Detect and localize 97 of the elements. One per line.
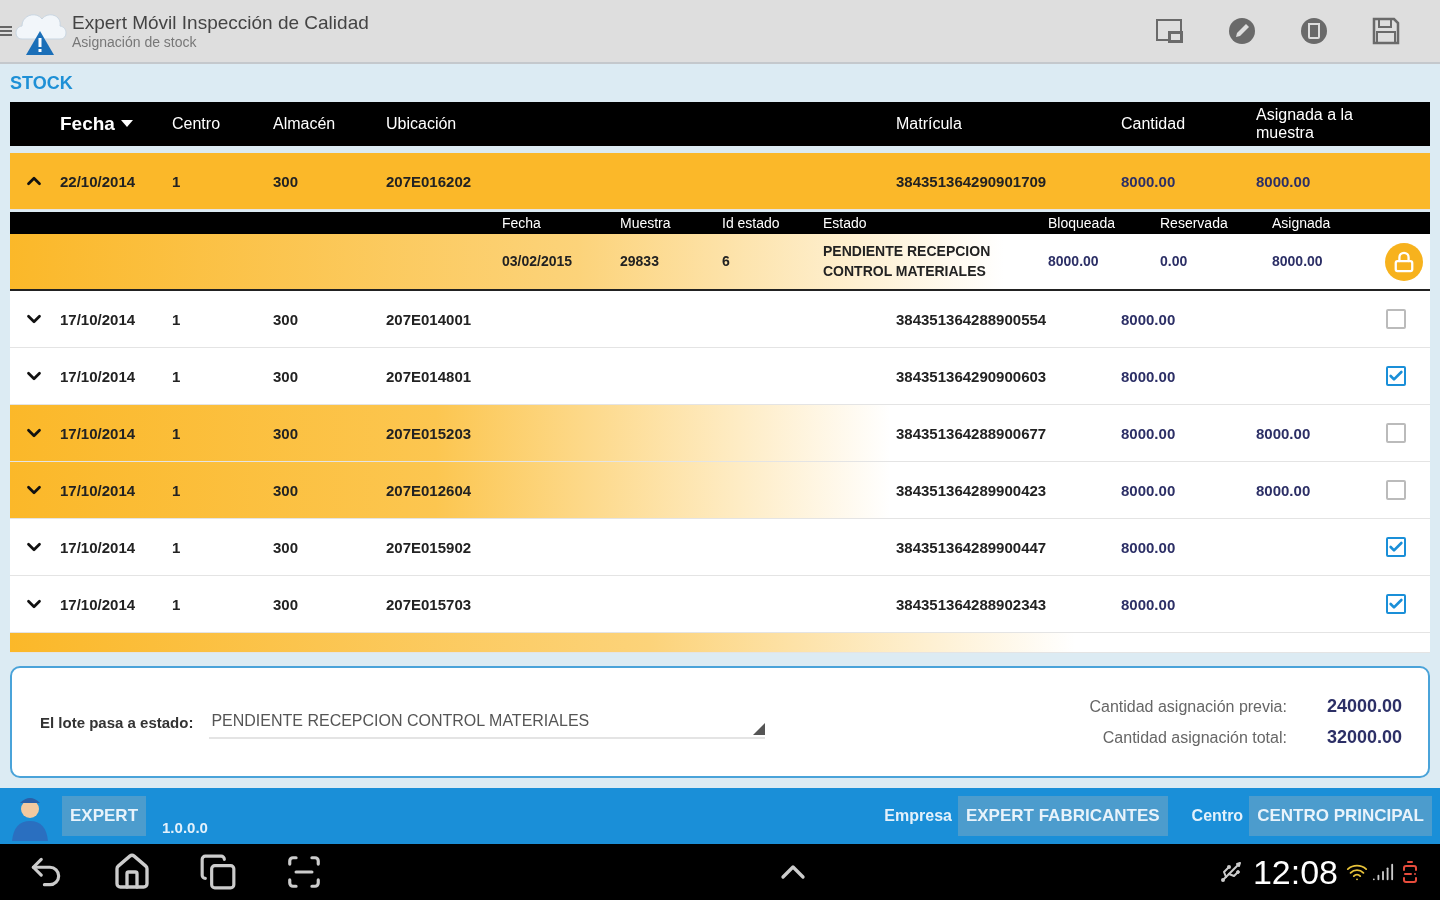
table-cell-text: 8000.00 (1256, 481, 1312, 499)
table-cell-text: 1 (172, 595, 182, 613)
total-value: 24000.00 (1326, 696, 1402, 717)
column-header[interactable]: Cantidad (1121, 115, 1256, 133)
table-cell-text: 384351364288902343 (896, 595, 1048, 613)
column-header: Bloqueada (1048, 215, 1116, 231)
table-cell-text: 03/02/2015 (502, 251, 574, 271)
column-header[interactable]: Fecha (60, 113, 172, 135)
column-header[interactable]: Centro (172, 115, 273, 133)
table-cell-text: 8000.00 (1121, 172, 1177, 190)
table-cell-text: 1 (172, 172, 182, 190)
table-cell-text: 1 (172, 538, 182, 556)
table-cell-text: PENDIENTE RECEPCION CONTROL MATERIALES (823, 241, 992, 281)
center-label: Centro (1191, 807, 1244, 825)
table-cell-text: 207E015703 (386, 595, 473, 613)
table-cell-text: 22/10/2014 (60, 172, 137, 190)
table-cell-text: 1 (172, 481, 182, 499)
column-header[interactable]: Almacén (273, 115, 386, 133)
signal-icon (1372, 861, 1394, 883)
sort-caret-icon (120, 120, 133, 128)
usb-icon (1218, 860, 1243, 884)
table-cell-text: 8000.00 (1272, 251, 1324, 271)
column-header: Id estado (722, 215, 781, 231)
table-cell-text: 0.00 (1160, 251, 1189, 271)
clock: 12:08 (1252, 852, 1338, 892)
table-cell-text: 8000.00 (1121, 595, 1177, 613)
column-header: Asignada (1272, 215, 1332, 231)
table-row[interactable]: 17/10/2014 1 300 207E015203 384351364288900677 8000.00 8000.00 (10, 405, 1430, 462)
table-cell-text: 207E016202 (386, 172, 473, 190)
field-label: El lote pasa a estado: (40, 713, 194, 731)
table-row[interactable]: 17/10/2014 1 300 207E014801 384351364290900603 8000.00 (10, 348, 1430, 405)
total-label: Cantidad asignación total: (1101, 728, 1287, 747)
table-cell-text: 1 (172, 310, 182, 328)
checkbox[interactable] (1386, 423, 1406, 443)
table-cell-text: 17/10/2014 (60, 310, 137, 328)
table-cell-text: 300 (273, 481, 300, 499)
menu-icon[interactable] (0, 24, 12, 38)
table-cell-text: 300 (273, 595, 300, 613)
table-cell-text: 207E012604 (386, 481, 473, 499)
table-cell-text: 1 (172, 367, 182, 385)
table-cell-text: 207E015203 (386, 424, 473, 442)
table-cell-text: 300 (273, 424, 300, 442)
table-cell-text: 300 (273, 538, 300, 556)
table-cell-text: 8000.00 (1121, 310, 1177, 328)
table-row[interactable]: 22/10/2014 1 300 207E016202 384351364290901709 8000.00 8000.00 (10, 153, 1430, 210)
table-cell-text: 29833 (620, 251, 660, 271)
table-row[interactable]: 17/10/2014 1 300 207E015902 384351364289900447 8000.00 (10, 519, 1430, 576)
column-header[interactable]: Matrícula (896, 115, 1121, 133)
column-header[interactable]: Asignada a la muestra (1256, 106, 1386, 142)
table-cell-text: 384351364289900447 (896, 538, 1048, 556)
column-header: Fecha (502, 215, 542, 231)
table-cell-text: 8000.00 (1121, 367, 1177, 385)
table-row[interactable]: 17/10/2014 1 300 207E015703 384351364288902343 8000.00 (10, 576, 1430, 633)
app-title: Expert Móvil Inspección de Calidad (72, 12, 370, 34)
checkbox[interactable] (1386, 366, 1406, 386)
version-text: 1.0.0.0 (162, 819, 208, 836)
section-title: STOCK (10, 72, 73, 94)
table-cell-text: 8000.00 (1121, 538, 1177, 556)
table-cell-text: 207E014001 (386, 310, 473, 328)
table-cell-text: 300 (273, 310, 300, 328)
table-cell-text: 300 (273, 172, 300, 190)
table-cell-text: 384351364290900603 (896, 367, 1048, 385)
table-cell-text: 384351364288900554 (896, 310, 1048, 328)
table-cell-text: 8000.00 (1048, 251, 1100, 271)
table-cell-text: 17/10/2014 (60, 538, 137, 556)
total-label: Cantidad asignación previa: (1089, 697, 1287, 716)
table-cell-text: 17/10/2014 (60, 595, 137, 613)
checkbox[interactable] (1386, 594, 1406, 614)
table-cell-text: 17/10/2014 (60, 424, 137, 442)
table-cell-text: 384351364290901709 (896, 172, 1048, 190)
company-label: Empresa (884, 807, 952, 825)
table-cell-text: 6 (722, 251, 731, 271)
checkbox[interactable] (1386, 537, 1406, 557)
checkbox[interactable] (1386, 480, 1406, 500)
table-cell-text: 384351364288900677 (896, 424, 1048, 442)
table-cell-text: 8000.00 (1121, 424, 1177, 442)
table-cell-text: 8000.00 (1121, 481, 1177, 499)
table-cell-text: 384351364289900423 (896, 481, 1048, 499)
column-header: Reservada (1160, 215, 1229, 231)
dropdown-arrow-icon (753, 723, 766, 735)
table-row[interactable]: 17/10/2014 1 300 207E014001 384351364288900554 8000.00 (10, 291, 1430, 348)
table-cell-text: 207E014801 (386, 367, 473, 385)
table-cell-text: 1 (172, 424, 182, 442)
column-header[interactable]: Ubicación (386, 115, 896, 133)
checkbox[interactable] (1386, 309, 1406, 329)
column-header: Muestra (620, 215, 672, 231)
table-row[interactable]: 17/10/2014 1 300 207E012604 384351364289900423 8000.00 8000.00 (10, 462, 1430, 519)
app-subtitle: Asignación de stock (72, 34, 198, 50)
table-cell-text: 300 (273, 367, 300, 385)
table-cell-text: 207E015902 (386, 538, 473, 556)
table-cell-text: 8000.00 (1256, 172, 1312, 190)
total-value: 32000.00 (1326, 727, 1402, 748)
table-cell-text: 8000.00 (1256, 424, 1312, 442)
column-header: Estado (823, 215, 868, 231)
table-cell-text: 17/10/2014 (60, 481, 137, 499)
table-cell-text: 17/10/2014 (60, 367, 137, 385)
state-dropdown[interactable]: PENDIENTE RECEPCION CONTROL MATERIALES (209, 705, 766, 739)
